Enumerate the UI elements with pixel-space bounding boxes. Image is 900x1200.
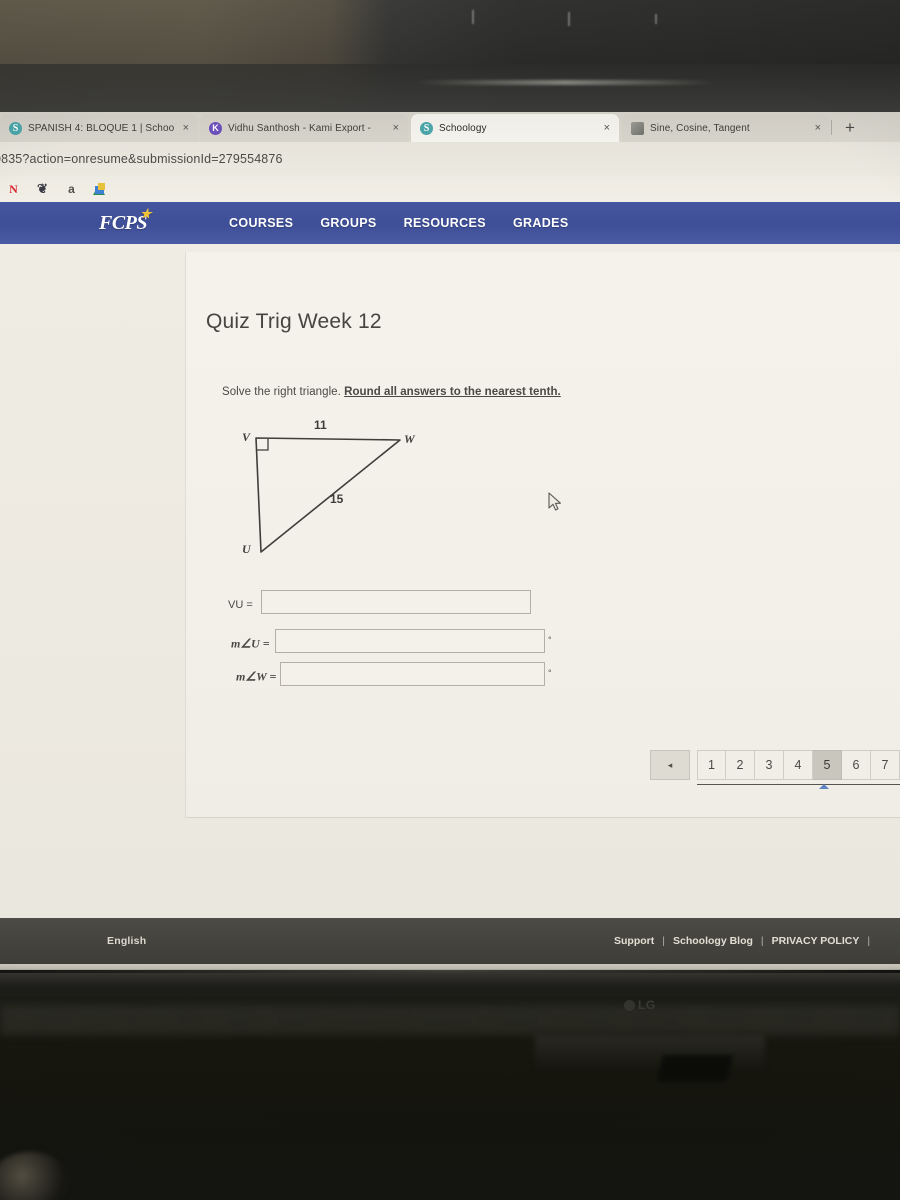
pagination-page-6[interactable]: 6 (842, 750, 871, 780)
kami-icon: K (209, 121, 222, 135)
schoology-icon: S (9, 121, 22, 135)
address-bar[interactable]: 0835?action=onresume&submissionId=279554… (0, 142, 900, 176)
bezel-glint (415, 80, 715, 85)
side-label-vw: 11 (314, 418, 327, 432)
monitor-bottom-bezel (0, 964, 900, 1200)
screenshot-root: S SPANISH 4: BLOQUE 1 | Schoolo × K Vidh… (0, 0, 900, 1200)
browser-tab-4[interactable]: Sine, Cosine, Tangent × (622, 114, 830, 142)
tab-title: Sine, Cosine, Tangent (650, 122, 750, 134)
netflix-bookmark-icon[interactable]: N (6, 182, 21, 197)
degree-symbol-u: ° (548, 635, 552, 645)
pagination-active-caret (819, 784, 829, 789)
tab-title: SPANISH 4: BLOQUE 1 | Schoolo (28, 122, 174, 134)
right-triangle-figure: V W U 11 15 (228, 418, 448, 578)
footer-separator: | (760, 935, 764, 947)
brand-dot-icon (624, 999, 635, 1011)
pagination-page-7[interactable]: 7 (871, 750, 900, 780)
fcps-navigation-bar: FCPS ★ COURSES GROUPS RESOURCES GRADES (0, 202, 900, 244)
nav-item-groups[interactable]: GROUPS (320, 216, 376, 230)
address-bar-url: 0835?action=onresume&submissionId=279554… (0, 152, 283, 166)
monitor-bezel-reflection (0, 1005, 900, 1035)
question-prompt: Solve the right triangle. Round all answ… (222, 386, 561, 398)
pagination-prev-button[interactable]: ◂ (650, 750, 690, 780)
pagination-page-1[interactable]: 1 (697, 750, 726, 780)
side-label-uw: 15 (330, 492, 344, 506)
answer-row-angle-w: m∠W = ° (228, 662, 568, 691)
footer-link-privacy[interactable]: PRIVACY POLICY (772, 935, 860, 947)
answer-row-angle-u: m∠U = ° (228, 629, 568, 658)
vertex-label-v: V (242, 430, 251, 444)
tab-title: Vidhu Santhosh - Kami Export - (228, 122, 371, 134)
browser-tab-3-active[interactable]: S Schoology × (411, 114, 619, 142)
tab-close-icon[interactable]: × (390, 122, 402, 134)
footer-separator: | (867, 935, 871, 947)
browser-tab-2[interactable]: K Vidhu Santhosh - Kami Export - × (200, 114, 408, 142)
bookmarks-bar: N ❦ a (0, 176, 900, 202)
browser-tabstrip: S SPANISH 4: BLOQUE 1 | Schoolo × K Vidh… (0, 112, 900, 142)
answer-fields: VU = m∠U = ° m∠W = ° (228, 590, 568, 691)
pagination-pages: 1 2 3 4 5 6 7 (697, 750, 900, 789)
pagination-underline (697, 783, 900, 785)
question-prefix: Solve the right triangle. (222, 386, 345, 398)
monitor-stand-shadow (656, 1055, 734, 1081)
bezel-speck (472, 10, 474, 24)
browser-tab-1[interactable]: S SPANISH 4: BLOQUE 1 | Schoolo × (0, 114, 198, 142)
degree-symbol-w: ° (548, 668, 552, 678)
star-icon: ★ (139, 205, 152, 221)
schoology-icon: S (420, 121, 433, 135)
nav-item-grades[interactable]: GRADES (513, 216, 569, 230)
bezel-speck (568, 12, 570, 26)
mouse-cursor (548, 492, 561, 511)
monitor-top-bezel-shade (0, 64, 900, 112)
pagination-page-2[interactable]: 2 (726, 750, 755, 780)
footer-link-blog[interactable]: Schoology Blog (673, 935, 753, 947)
fcps-logo[interactable]: FCPS ★ (99, 207, 152, 235)
tab-close-icon[interactable]: × (601, 122, 613, 134)
nav-links: COURSES GROUPS RESOURCES GRADES (229, 216, 569, 230)
answer-row-vu: VU = (228, 590, 568, 619)
triangle-outline (255, 437, 401, 553)
tab-title: Schoology (439, 122, 487, 134)
page-icon (631, 121, 644, 135)
pagination-page-5[interactable]: 5 (813, 750, 842, 780)
bezel-speck (655, 14, 657, 24)
site-footer: English Support | Schoology Blog | PRIVA… (0, 918, 900, 964)
vertex-label-w: W (404, 432, 415, 446)
drive-bookmark-icon[interactable] (93, 182, 107, 196)
footer-separator: | (662, 935, 665, 947)
playstation-bookmark-icon[interactable]: ❦ (35, 181, 50, 197)
browser-chrome: S SPANISH 4: BLOQUE 1 | Schoolo × K Vidh… (0, 112, 900, 202)
tab-close-icon[interactable]: × (180, 122, 192, 134)
footer-links: Support | Schoology Blog | PRIVACY POLIC… (614, 935, 878, 947)
angle-w-field[interactable] (280, 662, 545, 686)
page-title: Quiz Trig Week 12 (206, 310, 382, 333)
new-tab-button[interactable]: + (838, 117, 862, 139)
amazon-bookmark-icon[interactable]: a (64, 182, 79, 197)
footer-link-support[interactable]: Support (614, 935, 654, 947)
pagination-page-3[interactable]: 3 (755, 750, 784, 780)
nav-item-resources[interactable]: RESOURCES (404, 216, 486, 230)
footer-language[interactable]: English (107, 935, 146, 947)
tabstrip-divider (831, 120, 832, 135)
tab-close-icon[interactable]: × (812, 122, 824, 134)
vu-length-field[interactable] (261, 590, 531, 614)
monitor-bezel-edge (0, 970, 900, 973)
right-angle-marker (256, 439, 269, 451)
monitor-brand-logo: LG (624, 998, 656, 1012)
nav-item-courses[interactable]: COURSES (229, 216, 293, 230)
question-emphasis: Round all answers to the nearest tenth. (344, 386, 561, 398)
angle-u-field[interactable] (275, 629, 545, 653)
vertex-label-u: U (242, 542, 251, 556)
monitor-brand-text: LG (638, 998, 656, 1012)
question-pagination: ◂ 1 2 3 4 5 6 7 (650, 750, 900, 789)
pagination-page-4[interactable]: 4 (784, 750, 813, 780)
